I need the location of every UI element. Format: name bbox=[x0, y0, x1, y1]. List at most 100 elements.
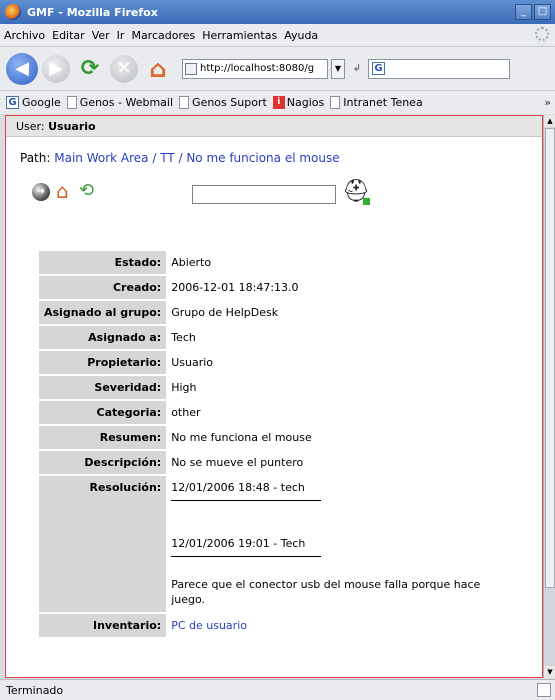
window-controls: _ □ bbox=[515, 4, 551, 20]
forward-arrow-icon: ▶ bbox=[49, 58, 63, 79]
field-label: Descripción: bbox=[39, 451, 167, 474]
vertical-scrollbar[interactable]: ▲ ▼ bbox=[543, 115, 555, 678]
google-icon: G bbox=[6, 96, 19, 109]
user-name: Usuario bbox=[48, 120, 96, 133]
table-row: Categoria: other bbox=[39, 401, 506, 424]
user-bar: User: Usuario bbox=[6, 116, 542, 137]
page-icon bbox=[179, 96, 190, 109]
field-label: Inventario: bbox=[39, 614, 167, 637]
stop-button[interactable]: ✕ bbox=[110, 54, 138, 83]
table-row: Severidad: High bbox=[39, 376, 506, 399]
field-label: Asignado a: bbox=[39, 326, 167, 349]
bookmark-label: Intranet Tenea bbox=[343, 96, 423, 109]
bookmark-google[interactable]: G Google bbox=[6, 96, 61, 109]
status-text: Terminado bbox=[6, 684, 64, 697]
field-label: Resolución: bbox=[39, 476, 167, 612]
minimize-icon[interactable]: _ bbox=[515, 4, 532, 20]
search-badge-icon bbox=[363, 198, 370, 205]
go-button[interactable]: ↲ bbox=[349, 59, 365, 79]
security-icon bbox=[537, 683, 551, 697]
table-row: Estado: Abierto bbox=[39, 251, 506, 274]
field-label: Asignado al grupo: bbox=[39, 301, 167, 324]
categoria-value: other bbox=[171, 406, 201, 419]
go-arrow-icon[interactable]: ➜ bbox=[32, 183, 50, 201]
inventario-link[interactable]: PC de usuario bbox=[171, 619, 247, 632]
back-arrow-icon: ◀ bbox=[15, 58, 29, 79]
menu-ver[interactable]: Ver bbox=[92, 29, 110, 42]
window-title: GMF - Mozilla Firefox bbox=[27, 5, 158, 19]
menu-ayuda[interactable]: Ayuda bbox=[284, 29, 318, 42]
field-label: Estado: bbox=[39, 251, 167, 274]
reload-button[interactable]: ⟳ bbox=[74, 53, 106, 85]
ticket-details-table: Estado: Abierto Creado: 2006-12-01 18:47… bbox=[39, 249, 506, 639]
back-button[interactable]: ◀ bbox=[6, 52, 38, 85]
forward-button[interactable]: ▶ bbox=[42, 54, 70, 83]
breadcrumb-tt[interactable]: TT bbox=[160, 151, 174, 165]
maximize-icon[interactable]: □ bbox=[534, 4, 551, 20]
bookmark-genos-webmail[interactable]: Genos - Webmail bbox=[66, 96, 174, 109]
bookmarks-toolbar: G Google Genos - Webmail Genos Suport i … bbox=[0, 90, 555, 114]
scroll-up-icon[interactable]: ▲ bbox=[544, 115, 555, 127]
home-icon: ⌂ bbox=[149, 54, 167, 83]
menu-editar[interactable]: Editar bbox=[52, 29, 85, 42]
menu-archivo[interactable]: Archivo bbox=[4, 29, 45, 42]
table-row: Asignado a: Tech bbox=[39, 326, 506, 349]
firefox-icon bbox=[5, 4, 21, 20]
field-label: Creado: bbox=[39, 276, 167, 299]
propietario-value: Usuario bbox=[171, 356, 214, 369]
table-row: Descripción: No se mueve el puntero bbox=[39, 451, 506, 474]
bookmark-label: Nagios bbox=[286, 96, 325, 109]
scrollbar-thumb[interactable] bbox=[545, 128, 555, 588]
field-label: Propietario: bbox=[39, 351, 167, 374]
stop-icon: ✕ bbox=[116, 58, 132, 79]
table-row: Asignado al grupo: Grupo de HelpDesk bbox=[39, 301, 506, 324]
breadcrumb-issue[interactable]: No me funciona el mouse bbox=[186, 151, 339, 165]
page-favicon-icon bbox=[185, 62, 197, 75]
path-label: Path: bbox=[20, 151, 51, 165]
menu-herramientas[interactable]: Herramientas bbox=[202, 29, 277, 42]
bookmark-label: Genos Suport bbox=[192, 96, 267, 109]
table-row: Resumen: No me funciona el mouse bbox=[39, 426, 506, 449]
navigation-toolbar: ◀ ▶ ⟳ ✕ ⌂ http://localhost:8080/g ▼ ↲ G bbox=[0, 46, 555, 90]
breadcrumb-main-work-area[interactable]: Main Work Area bbox=[54, 151, 148, 165]
resolution-entry: 12/01/2006 18:48 - tech bbox=[171, 481, 322, 501]
menu-ir[interactable]: Ir bbox=[117, 29, 125, 42]
menu-marcadores[interactable]: Marcadores bbox=[131, 29, 195, 42]
search-bar[interactable]: G bbox=[368, 58, 510, 79]
bookmarks-overflow-icon[interactable]: » bbox=[544, 96, 551, 109]
window-titlebar: GMF - Mozilla Firefox _ □ bbox=[0, 0, 555, 24]
page-icon bbox=[66, 96, 77, 109]
bookmark-genos-suport[interactable]: Genos Suport bbox=[179, 96, 267, 109]
asignado-value: Tech bbox=[171, 331, 196, 344]
descripcion-value: No se mueve el puntero bbox=[171, 456, 304, 469]
field-label: Categoria: bbox=[39, 401, 167, 424]
scroll-down-icon[interactable]: ▼ bbox=[544, 666, 555, 678]
inventario-value: PC de usuario bbox=[166, 614, 506, 637]
throbber-icon bbox=[535, 27, 549, 41]
search-input[interactable] bbox=[192, 185, 336, 204]
grupo-value: Grupo de HelpDesk bbox=[171, 306, 279, 319]
bookmark-intranet-tenea[interactable]: Intranet Tenea bbox=[330, 96, 423, 109]
refresh-icon[interactable]: ⟲ bbox=[79, 180, 94, 201]
page-content: User: Usuario Path: Main Work Area / TT … bbox=[5, 115, 543, 678]
breadcrumb: Path: Main Work Area / TT / No me funcio… bbox=[20, 151, 542, 165]
resolucion-value: 12/01/2006 18:48 - tech 12/01/2006 19:01… bbox=[166, 476, 506, 612]
field-label: Severidad: bbox=[39, 376, 167, 399]
table-row: Propietario: Usuario bbox=[39, 351, 506, 374]
breadcrumb-separator: / bbox=[148, 151, 161, 165]
bookmark-label: Genos - Webmail bbox=[79, 96, 174, 109]
url-dropdown-button[interactable]: ▼ bbox=[331, 58, 345, 79]
home-icon[interactable]: ⌂ bbox=[56, 179, 69, 203]
page-icon bbox=[330, 96, 341, 109]
search-icon[interactable]: ⛑ bbox=[342, 179, 370, 205]
breadcrumb-separator: / bbox=[174, 151, 187, 165]
bookmark-nagios[interactable]: i Nagios bbox=[272, 96, 325, 109]
severidad-value: High bbox=[171, 381, 197, 394]
table-row: Inventario: PC de usuario bbox=[39, 614, 506, 637]
creado-value: 2006-12-01 18:47:13.0 bbox=[171, 281, 299, 294]
google-icon[interactable]: G bbox=[372, 62, 385, 75]
status-bar: Terminado bbox=[0, 679, 555, 700]
estado-value: Abierto bbox=[171, 256, 212, 269]
url-bar[interactable]: http://localhost:8080/g bbox=[182, 58, 328, 79]
home-button[interactable]: ⌂ bbox=[142, 53, 174, 85]
